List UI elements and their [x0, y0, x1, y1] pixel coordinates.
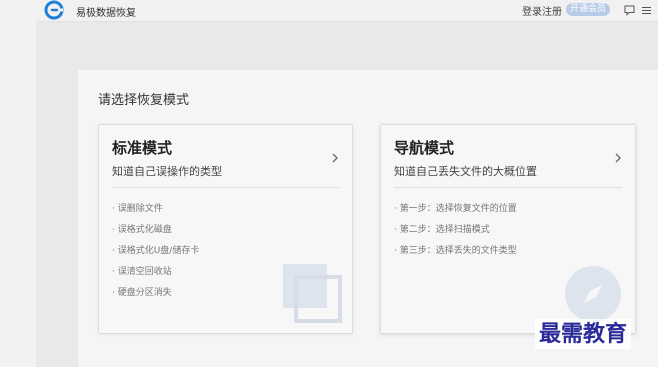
list-item: · 误删除文件 [112, 204, 163, 214]
divider [394, 187, 622, 188]
vip-upgrade-button[interactable]: 开通会员 [566, 3, 611, 16]
list-item: · 误格式化U盘/储存卡 [112, 246, 200, 256]
disk-icon [283, 264, 342, 323]
message-icon[interactable] [622, 3, 636, 17]
login-register-link[interactable]: 登录注册 [522, 3, 562, 18]
title-bar: 易极数据恢复 登录注册 开通会员 [36, 0, 658, 22]
list-item: · 误格式化磁盘 [112, 225, 172, 235]
guide-mode-card[interactable]: 导航模式 知道自己丢失文件的大概位置 · 第一步：选择恢复文件的位置 · 第二步… [380, 124, 636, 334]
app-title: 易极数据恢复 [76, 8, 136, 19]
standard-mode-card[interactable]: 标准模式 知道自己误操作的类型 · 误删除文件 · 误格式化磁盘 · 误格式化U… [98, 124, 353, 334]
app-logo-icon [44, 0, 64, 20]
card-title: 标准模式 [112, 139, 173, 157]
chevron-right-icon [615, 153, 621, 163]
watermark: 最需教育 [535, 319, 632, 349]
chevron-right-icon [332, 153, 338, 163]
menu-icon[interactable] [639, 3, 653, 17]
list-item: · 第三步：选择丢失的文件类型 [394, 246, 517, 256]
compass-icon [565, 266, 621, 322]
card-title: 导航模式 [394, 139, 455, 157]
card-subtitle: 知道自己误操作的类型 [112, 165, 222, 178]
step-list: · 第一步：选择恢复文件的位置 · 第二步：选择扫描模式 · 第三步：选择丢失的… [394, 203, 517, 266]
list-item: · 误清空回收站 [112, 267, 172, 277]
divider [112, 187, 339, 188]
feature-list: · 误删除文件 · 误格式化磁盘 · 误格式化U盘/储存卡 · 误清空回收站 ·… [112, 203, 199, 308]
left-strip [0, 0, 36, 367]
list-item: · 硬盘分区消失 [112, 288, 172, 298]
list-item: · 第一步：选择恢复文件的位置 [394, 204, 517, 214]
list-item: · 第二步：选择扫描模式 [394, 225, 490, 235]
section-title: 请选择恢复模式 [98, 93, 190, 108]
card-subtitle: 知道自己丢失文件的大概位置 [394, 165, 537, 178]
